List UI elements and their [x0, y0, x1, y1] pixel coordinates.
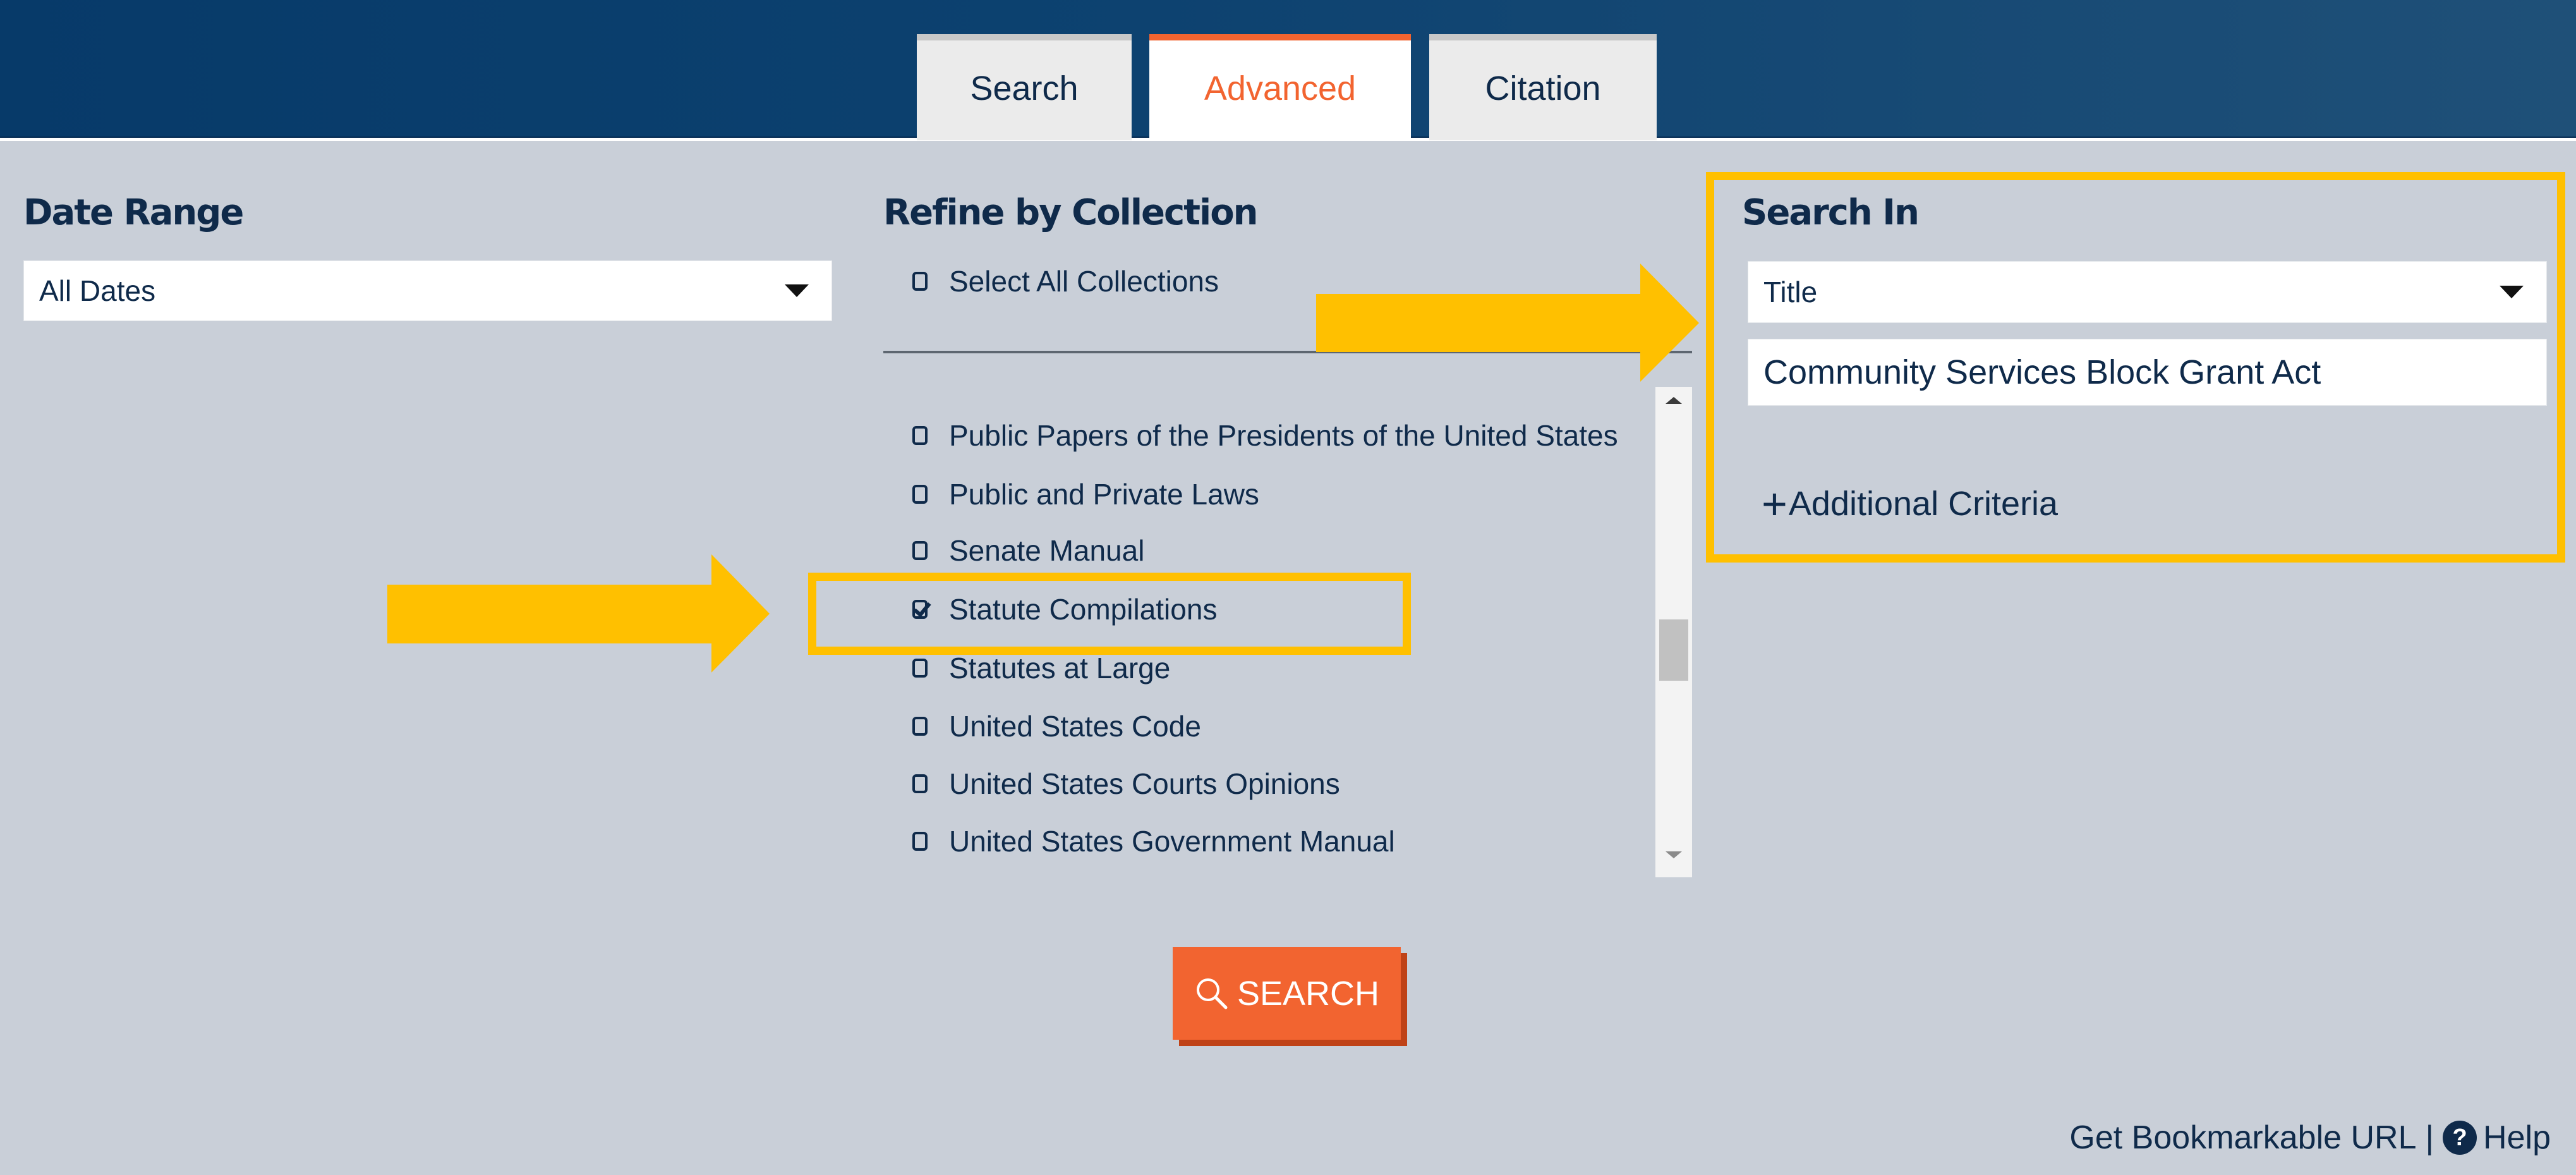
select-all-label: Select All Collections	[949, 265, 1219, 298]
search-icon	[1196, 978, 1228, 1009]
collection-item[interactable]: Senate Manual	[912, 533, 1144, 568]
tab-advanced-label: Advanced	[1204, 70, 1357, 107]
select-all-checkbox[interactable]	[912, 272, 928, 291]
collections-divider	[883, 351, 1692, 353]
collection-label: Statute Compilations	[949, 593, 1218, 626]
date-range-value: All Dates	[39, 274, 156, 307]
additional-criteria-label: Additional Criteria	[1788, 485, 2059, 523]
collection-checkbox[interactable]	[912, 485, 928, 504]
collection-label: Public Papers of the Presidents of the U…	[949, 419, 1618, 452]
additional-criteria-link[interactable]: + Additional Criteria	[1762, 482, 2058, 526]
search-query-value: Community Services Block Grant Act	[1763, 353, 2321, 391]
collection-label: Senate Manual	[949, 534, 1145, 567]
collection-item[interactable]: Public and Private Laws	[912, 477, 1259, 511]
collection-label: Statutes at Large	[949, 652, 1171, 685]
scrollbar-thumb[interactable]	[1659, 619, 1688, 681]
collection-label: United States Code	[949, 710, 1201, 743]
collection-item[interactable]: Public Papers of the Presidents of the U…	[912, 418, 1618, 453]
search-query-input[interactable]: Community Services Block Grant Act	[1748, 339, 2547, 406]
annotation-arrow-right	[1316, 264, 1699, 382]
scroll-up-arrow-icon[interactable]	[1666, 397, 1682, 404]
tab-citation-label: Citation	[1485, 70, 1601, 107]
plus-icon: +	[1762, 479, 1787, 528]
date-range-title: Date Range	[23, 192, 244, 233]
date-range-select[interactable]: All Dates	[23, 260, 832, 321]
tab-search-label: Search	[970, 70, 1079, 107]
collections-list[interactable]: Public Papers of the Presidents of the U…	[883, 379, 1651, 879]
collection-item[interactable]: Statute Compilations	[912, 592, 1217, 626]
scroll-down-arrow-icon[interactable]	[1666, 851, 1682, 858]
collection-label: United States Government Manual	[949, 825, 1395, 858]
collection-item[interactable]: United States Courts Opinions	[912, 767, 1340, 801]
tab-citation[interactable]: Citation	[1429, 34, 1657, 140]
collection-checkbox[interactable]	[912, 426, 928, 445]
tab-search[interactable]: Search	[917, 34, 1132, 140]
collection-checkbox[interactable]	[912, 832, 928, 851]
question-circle-icon[interactable]: ?	[2443, 1121, 2477, 1155]
collection-item[interactable]: Statutes at Large	[912, 651, 1170, 685]
search-in-field-select[interactable]: Title	[1748, 261, 2547, 323]
help-link[interactable]: Help	[2483, 1119, 2551, 1157]
search-button-label: SEARCH	[1237, 974, 1380, 1013]
collection-item[interactable]: United States Government Manual	[912, 824, 1395, 858]
collection-label: Public and Private Laws	[949, 478, 1259, 511]
collection-item[interactable]: United States Code	[912, 709, 1201, 743]
footer-links: Get Bookmarkable URL | ? Help	[2069, 1119, 2551, 1157]
bookmarkable-url-link[interactable]: Get Bookmarkable URL	[2069, 1119, 2416, 1157]
collection-checkbox[interactable]	[912, 717, 928, 736]
collection-checkbox-checked[interactable]	[912, 600, 928, 619]
collection-label: United States Courts Opinions	[949, 767, 1340, 800]
collection-checkbox[interactable]	[912, 774, 928, 793]
collections-title: Refine by Collection	[883, 192, 1259, 233]
search-button[interactable]: SEARCH	[1173, 947, 1401, 1040]
collection-checkbox[interactable]	[912, 541, 928, 560]
chevron-down-icon	[2500, 286, 2524, 298]
tab-advanced[interactable]: Advanced	[1149, 34, 1411, 140]
chevron-down-icon	[785, 284, 809, 297]
annotation-arrow-left	[387, 554, 770, 673]
footer-separator: |	[2425, 1119, 2434, 1156]
select-all-collections[interactable]: Select All Collections	[912, 264, 1219, 298]
collection-checkbox[interactable]	[912, 659, 928, 678]
search-in-field-value: Title	[1763, 276, 1818, 308]
search-in-title: Search In	[1742, 192, 1920, 233]
